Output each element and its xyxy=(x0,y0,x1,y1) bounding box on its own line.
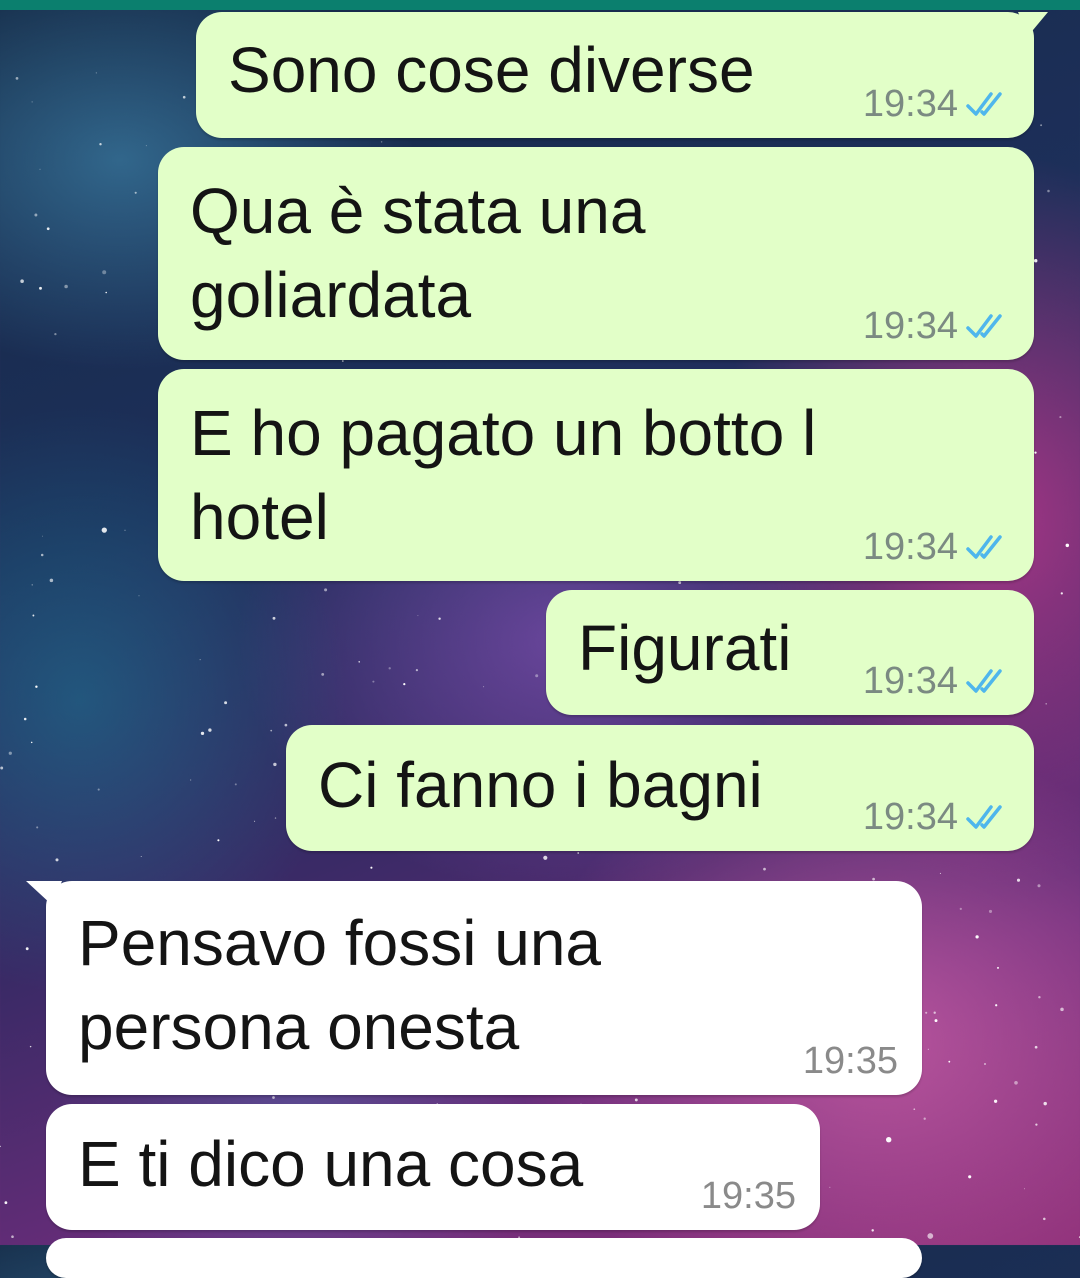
message-text: Ci fanno i bagni xyxy=(318,743,763,827)
message-meta: 19:34 xyxy=(863,304,1010,348)
message-time: 19:34 xyxy=(862,796,958,838)
message-meta: 19:34 xyxy=(863,795,1010,839)
message-time: 19:34 xyxy=(862,83,958,125)
message-bubble-incoming[interactable]: Pensavo fossi una persona onesta 19:35 xyxy=(26,881,922,1095)
message-meta: 19:34 xyxy=(863,659,1010,703)
double-check-read-icon xyxy=(966,535,1002,559)
message-text: Qua è stata una goliardata xyxy=(190,169,645,337)
bubble-tail xyxy=(1018,12,1048,36)
message-line: Ci fanno i bagni xyxy=(318,749,763,821)
message-line: goliardata xyxy=(190,259,472,331)
message-line: E ho pagato un botto l xyxy=(190,397,817,469)
message-text: E ti dico una cosa xyxy=(78,1122,583,1206)
message-bubble-incoming-partial[interactable] xyxy=(46,1238,922,1278)
message-bubble-incoming[interactable]: E ti dico una cosa 19:35 xyxy=(46,1104,820,1230)
message-bubble-outgoing[interactable]: Ci fanno i bagni 19:34 xyxy=(286,725,1034,851)
message-time: 19:35 xyxy=(802,1040,898,1082)
double-check-read-icon xyxy=(966,669,1002,693)
message-line: Figurati xyxy=(578,612,792,684)
double-check-read-icon xyxy=(966,805,1002,829)
message-meta: 19:35 xyxy=(803,1039,898,1083)
message-meta: 19:34 xyxy=(863,82,1010,126)
message-bubble-outgoing[interactable]: Qua è stata una goliardata 19:34 xyxy=(158,147,1034,360)
message-line: Qua è stata una xyxy=(190,175,646,247)
message-text: Pensavo fossi una persona onesta xyxy=(78,901,601,1069)
message-text: Sono cose diverse xyxy=(228,28,755,112)
message-meta: 19:35 xyxy=(701,1174,796,1218)
message-line: hotel xyxy=(190,481,329,553)
header-bar-edge xyxy=(0,0,1080,10)
bubble-tail xyxy=(26,881,62,905)
message-line: Sono cose diverse xyxy=(228,34,755,106)
message-bubble-outgoing[interactable]: E ho pagato un botto l hotel 19:34 xyxy=(158,369,1034,581)
message-bubble-outgoing[interactable]: Sono cose diverse 19:34 xyxy=(196,12,1048,138)
double-check-read-icon xyxy=(966,92,1002,116)
message-time: 19:34 xyxy=(862,660,958,702)
message-line: Pensavo fossi una xyxy=(78,907,601,979)
message-line: persona onesta xyxy=(78,991,520,1063)
message-time: 19:34 xyxy=(862,305,958,347)
message-time: 19:35 xyxy=(700,1175,796,1217)
message-time: 19:34 xyxy=(862,526,958,568)
double-check-read-icon xyxy=(966,314,1002,338)
message-text: Figurati xyxy=(578,606,791,690)
message-line: E ti dico una cosa xyxy=(78,1128,584,1200)
message-text: E ho pagato un botto l hotel xyxy=(190,391,816,559)
message-bubble-outgoing[interactable]: Figurati 19:34 xyxy=(546,590,1034,715)
message-meta: 19:34 xyxy=(863,525,1010,569)
